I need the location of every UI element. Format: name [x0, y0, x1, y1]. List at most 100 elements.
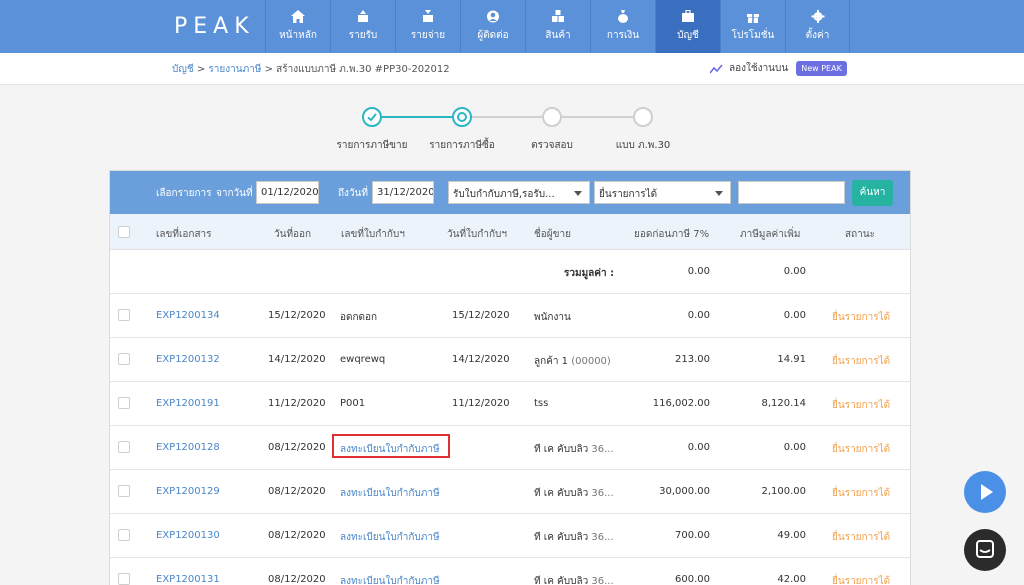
col-status[interactable]: สถานะ — [845, 227, 875, 242]
step-2-dot — [452, 107, 472, 127]
table-row[interactable]: EXP1200129 08/12/2020 ลงทะเบียนใบกำกับภาษี… — [110, 470, 910, 514]
totals-pre-tax: 0.00 — [687, 266, 710, 277]
table-row[interactable]: EXP1200128 08/12/2020 ลงทะเบียนใบกำกับภาษี… — [110, 426, 910, 470]
nav-item-promotion[interactable]: โปรโมชั่น — [720, 0, 785, 53]
status-badge: ยื่นรายการได้ — [832, 444, 891, 455]
pre-tax-amount: 700.00 — [675, 530, 710, 541]
peak-logo[interactable]: PEAK — [174, 14, 255, 39]
issue-date: 08/12/2020 — [268, 442, 326, 453]
search-button[interactable]: ค้นหา — [852, 180, 893, 206]
chat-button[interactable] — [964, 529, 1006, 571]
search-input[interactable] — [738, 181, 845, 204]
pre-tax-amount: 0.00 — [687, 442, 710, 453]
seller-main: พนักงาน — [534, 312, 571, 323]
breadcrumb-tax-report[interactable]: รายงานภาษี — [208, 64, 261, 75]
breadcrumb-current: สร้างแบบภาษี ภ.พ.30 #PP30-202012 — [276, 64, 450, 75]
col-tax-inv-date[interactable]: วันที่ใบกำกับฯ — [447, 227, 507, 242]
briefcase-icon — [682, 10, 694, 22]
gift-icon — [747, 14, 759, 23]
doc-no-link[interactable]: EXP1200129 — [156, 486, 220, 497]
try-new-peak[interactable]: ลองใช้งานบน New PEAK — [710, 61, 847, 76]
col-vat[interactable]: ภาษีมูลค่าเพิ่ม — [740, 227, 800, 242]
seller-name: tss — [534, 398, 548, 409]
nav-label: สินค้า — [545, 30, 571, 41]
tax-invoice-date: 14/12/2020 — [452, 354, 510, 365]
row-checkbox[interactable] — [118, 485, 130, 497]
col-issue-date[interactable]: วันที่ออก — [274, 227, 311, 242]
nav-item-finance[interactable]: การเงิน — [590, 0, 655, 53]
issue-date: 08/12/2020 — [268, 574, 326, 585]
nav-item-accounting[interactable]: บัญชี — [655, 0, 720, 53]
from-date-input[interactable]: 01/12/2020 — [256, 181, 319, 204]
gear-icon — [811, 10, 824, 23]
doc-type-select[interactable]: รับใบกำกับภาษี,รอรับ... — [448, 181, 590, 204]
status-select[interactable]: ยื่นรายการได้ — [594, 181, 731, 204]
col-doc-no[interactable]: เลขที่เอกสาร — [156, 227, 212, 242]
seller-main: ที เค คับบลิว — [534, 488, 589, 499]
issue-date: 14/12/2020 — [268, 354, 326, 365]
status-value: ยื่นรายการได้ — [599, 189, 658, 200]
nav-item-settings[interactable]: ตั้งค่า — [785, 0, 850, 53]
table-row[interactable]: EXP1200130 08/12/2020 ลงทะเบียนใบกำกับภาษี… — [110, 514, 910, 558]
table-row[interactable]: EXP1200134 15/12/2020 อดกดอก 15/12/2020 พนัก… — [110, 294, 910, 338]
seller-sub: 36... — [588, 488, 614, 499]
to-date-input[interactable]: 31/12/2020 — [372, 181, 434, 204]
breadcrumb-accounting[interactable]: บัญชี — [172, 64, 194, 75]
vat-amount: 0.00 — [783, 442, 806, 453]
seller-main: ที เค คับบลิว — [534, 532, 589, 543]
row-checkbox[interactable] — [118, 353, 130, 365]
doc-no-link[interactable]: EXP1200134 — [156, 310, 220, 321]
new-peak-badge[interactable]: New PEAK — [796, 61, 847, 76]
nav-label: ผู้ติดต่อ — [477, 30, 509, 41]
doc-no-link[interactable]: EXP1200130 — [156, 530, 220, 541]
table-row[interactable]: EXP1200132 14/12/2020 ewqrewq 14/12/2020 ลูก… — [110, 338, 910, 382]
pre-tax-amount: 600.00 — [675, 574, 710, 585]
income-icon — [358, 10, 368, 22]
nav-item-expense[interactable]: รายจ่าย — [395, 0, 460, 53]
col-seller[interactable]: ชื่อผู้ขาย — [534, 227, 571, 242]
pre-tax-amount: 0.00 — [687, 310, 710, 321]
vat-amount: 49.00 — [777, 530, 806, 541]
main-nav: หน้าหลัก รายรับ รายจ่าย ผู้ติดต่อ สินค้า… — [265, 0, 850, 53]
expense-icon — [423, 10, 433, 22]
doc-no-link[interactable]: EXP1200131 — [156, 574, 220, 585]
row-checkbox[interactable] — [118, 309, 130, 321]
step-2-label: รายการภาษีซื้อ — [429, 140, 495, 151]
purchase-tax-panel: เลือกรายการ จากวันที่ 01/12/2020 ถึงวันท… — [109, 170, 911, 585]
totals-vat: 0.00 — [783, 266, 806, 277]
nav-item-home[interactable]: หน้าหลัก — [265, 0, 330, 53]
nav-item-products[interactable]: สินค้า — [525, 0, 590, 53]
tax-invoice-no[interactable]: ลงทะเบียนใบกำกับภาษี — [340, 530, 440, 545]
video-play-button[interactable] — [964, 471, 1006, 513]
pre-tax-amount: 213.00 — [675, 354, 710, 365]
row-checkbox[interactable] — [118, 573, 130, 585]
row-checkbox[interactable] — [118, 397, 130, 409]
nav-label: หน้าหลัก — [279, 30, 317, 41]
issue-date: 08/12/2020 — [268, 486, 326, 497]
table-row[interactable]: EXP1200191 11/12/2020 P001 11/12/2020 tss 116… — [110, 382, 910, 426]
issue-date: 15/12/2020 — [268, 310, 326, 321]
doc-no-link[interactable]: EXP1200191 — [156, 398, 220, 409]
table-row[interactable]: EXP1200131 08/12/2020 ลงทะเบียนใบกำกับภาษี… — [110, 558, 910, 585]
trend-icon — [710, 63, 723, 73]
nav-item-income[interactable]: รายรับ — [330, 0, 395, 53]
pre-tax-amount: 30,000.00 — [659, 486, 710, 497]
money-bag-icon — [618, 10, 628, 23]
tax-invoice-no[interactable]: ลงทะเบียนใบกำกับภาษี — [340, 486, 440, 501]
tax-invoice-no[interactable]: ลงทะเบียนใบกำกับภาษี — [340, 574, 440, 585]
nav-item-contacts[interactable]: ผู้ติดต่อ — [460, 0, 525, 53]
issue-date: 08/12/2020 — [268, 530, 326, 541]
doc-no-link[interactable]: EXP1200132 — [156, 354, 220, 365]
step-1-label: รายการภาษีขาย — [336, 140, 408, 151]
col-pre-tax[interactable]: ยอดก่อนภาษี 7% — [634, 227, 709, 242]
status-badge: ยื่นรายการได้ — [832, 400, 891, 411]
doc-no-link[interactable]: EXP1200128 — [156, 442, 220, 453]
tax-invoice-no: P001 — [340, 398, 366, 409]
select-all-checkbox[interactable] — [118, 226, 130, 238]
nav-label: โปรโมชั่น — [731, 30, 775, 41]
row-checkbox[interactable] — [118, 441, 130, 453]
col-tax-inv-no[interactable]: เลขที่ใบกำกับฯ — [341, 227, 405, 242]
row-checkbox[interactable] — [118, 529, 130, 541]
select-items-label: เลือกรายการ — [156, 188, 212, 199]
breadcrumb-bar: บัญชี > รายงานภาษี > สร้างแบบภาษี ภ.พ.30… — [0, 53, 1024, 85]
